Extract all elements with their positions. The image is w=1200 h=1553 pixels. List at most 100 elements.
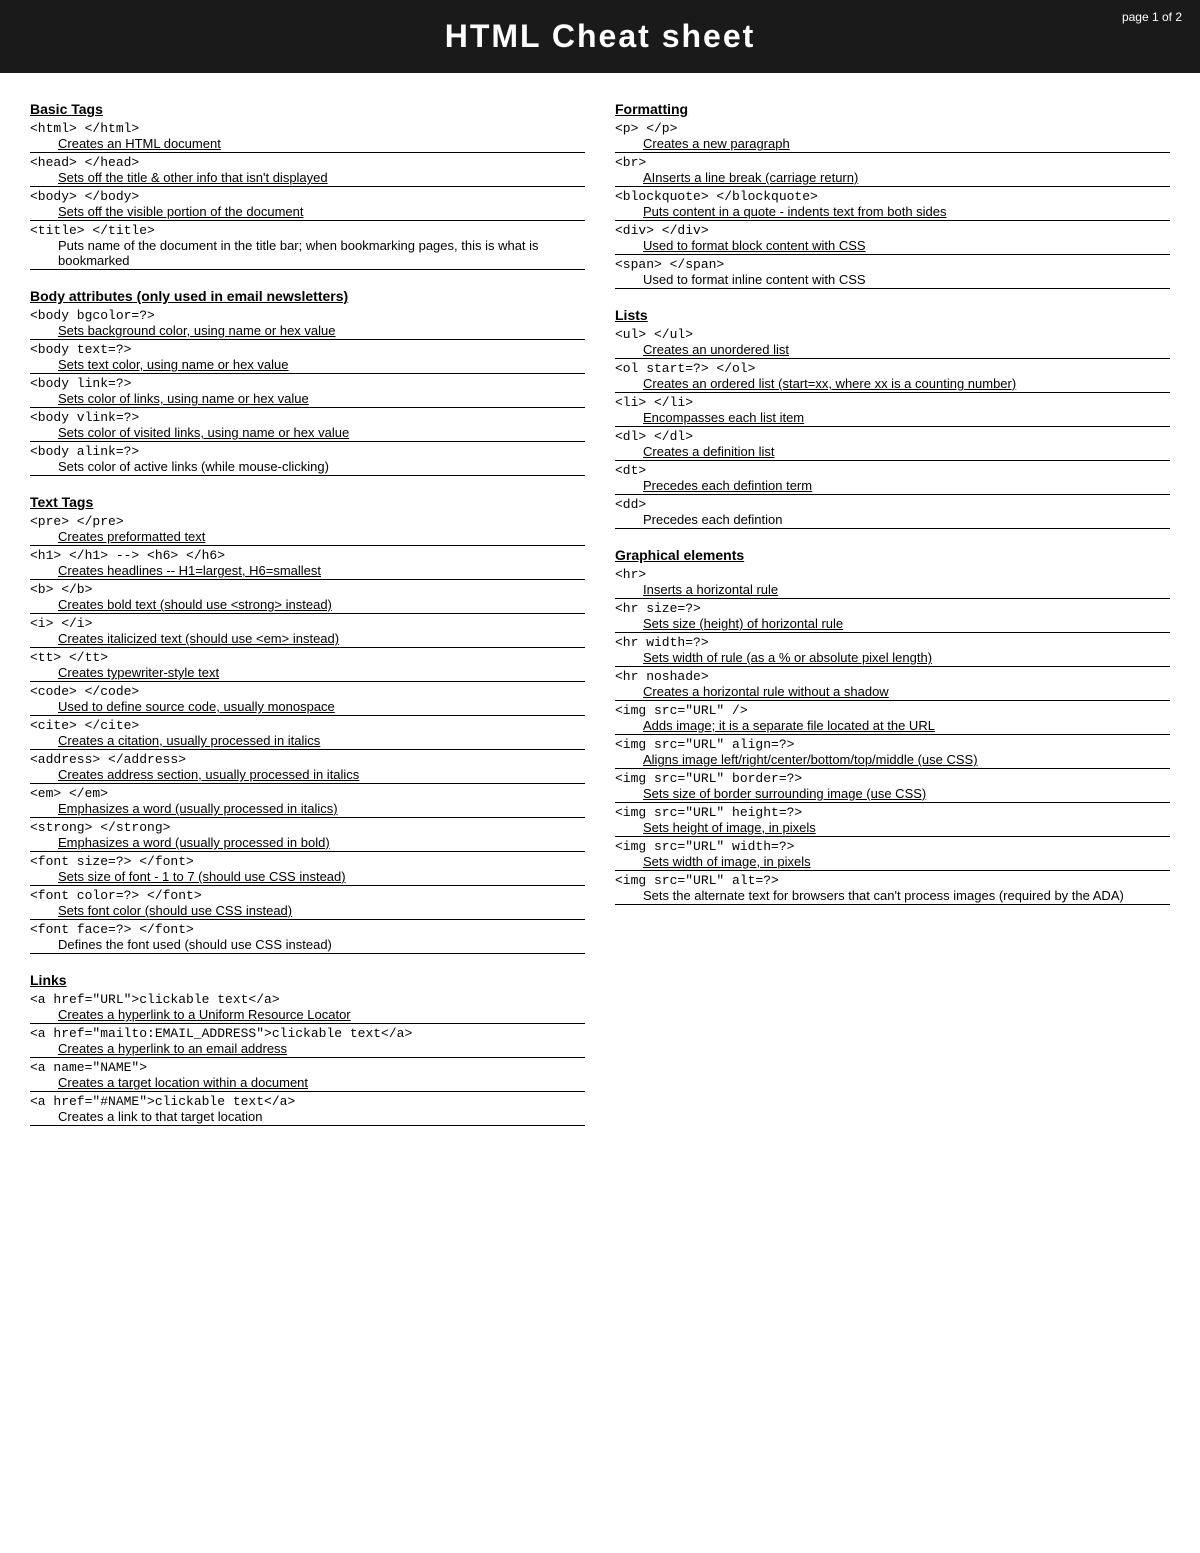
tag-block: <dl> </dl>Creates a definition list (615, 429, 1170, 461)
section-basic-tags: Basic Tags<html> </html>Creates an HTML … (30, 101, 585, 270)
tag-line: <li> </li> (615, 395, 1170, 410)
divider (30, 441, 585, 442)
desc-line: Creates an HTML document (30, 136, 585, 151)
desc-line: Creates bold text (should use <strong> i… (30, 597, 585, 612)
content-area: Basic Tags<html> </html>Creates an HTML … (0, 73, 1200, 1154)
divider (30, 186, 585, 187)
desc-line: Creates a hyperlink to a Uniform Resourc… (30, 1007, 585, 1022)
divider (615, 700, 1170, 701)
desc-line: Precedes each defintion term (615, 478, 1170, 493)
desc-line: Sets off the visible portion of the docu… (30, 204, 585, 219)
tag-block: <body alink=?>Sets color of active links… (30, 444, 585, 476)
tag-block: <span> </span>Used to format inline cont… (615, 257, 1170, 289)
tag-block: <body vlink=?>Sets color of visited link… (30, 410, 585, 442)
tag-block: <a href="mailto:EMAIL_ADDRESS">clickable… (30, 1026, 585, 1058)
tag-block: <body> </body>Sets off the visible porti… (30, 189, 585, 221)
tag-block: <html> </html>Creates an HTML document (30, 121, 585, 153)
tag-block: <title> </title>Puts name of the documen… (30, 223, 585, 270)
divider (30, 783, 585, 784)
tag-line: <body> </body> (30, 189, 585, 204)
right-column: Formatting <p> </p>Creates a new paragrap… (615, 91, 1170, 1144)
tag-block: <font size=?> </font>Sets size of font -… (30, 854, 585, 886)
tag-line: <hr width=?> (615, 635, 1170, 650)
tag-line: <img src="URL" alt=?> (615, 873, 1170, 888)
divider (615, 632, 1170, 633)
divider (30, 475, 585, 476)
divider (615, 802, 1170, 803)
tag-block: <p> </p>Creates a new paragraph (615, 121, 1170, 153)
divider (615, 734, 1170, 735)
tag-line: <a href="#NAME">clickable text</a> (30, 1094, 585, 1109)
desc-line: Puts content in a quote - indents text f… (615, 204, 1170, 219)
desc-line: Creates typewriter-style text (30, 665, 585, 680)
divider (615, 666, 1170, 667)
divider (30, 1023, 585, 1024)
divider (30, 953, 585, 954)
tag-block: <dt>Precedes each defintion term (615, 463, 1170, 495)
tag-block: <img src="URL" alt=?>Sets the alternate … (615, 873, 1170, 905)
page-title: HTML Cheat sheet (10, 18, 1190, 55)
tag-block: <font color=?> </font>Sets font color (s… (30, 888, 585, 920)
section-title-links: Links (30, 972, 585, 988)
divider (615, 870, 1170, 871)
tag-line: <img src="URL" height=?> (615, 805, 1170, 820)
tag-block: <a href="URL">clickable text</a>Creates … (30, 992, 585, 1024)
divider (615, 598, 1170, 599)
tag-line: <tt> </tt> (30, 650, 585, 665)
tag-line: <body text=?> (30, 342, 585, 357)
divider (30, 545, 585, 546)
tag-line: <hr> (615, 567, 1170, 582)
tag-line: <img src="URL" /> (615, 703, 1170, 718)
divider (615, 358, 1170, 359)
tag-block: <li> </li>Encompasses each list item (615, 395, 1170, 427)
desc-line: Sets color of visited links, using name … (30, 425, 585, 440)
desc-line: Defines the font used (should use CSS in… (30, 937, 585, 952)
desc-line: Used to format block content with CSS (615, 238, 1170, 253)
tag-line: <br> (615, 155, 1170, 170)
tag-block: <em> </em>Emphasizes a word (usually pro… (30, 786, 585, 818)
tag-line: <a href="mailto:EMAIL_ADDRESS">clickable… (30, 1026, 585, 1041)
divider (30, 817, 585, 818)
tag-line: <font color=?> </font> (30, 888, 585, 903)
tag-line: <div> </div> (615, 223, 1170, 238)
desc-line: Sets color of active links (while mouse-… (30, 459, 585, 474)
desc-line: Creates a citation, usually processed in… (30, 733, 585, 748)
divider (615, 528, 1170, 529)
desc-line: Emphasizes a word (usually processed in … (30, 801, 585, 816)
desc-line: Sets size (height) of horizontal rule (615, 616, 1170, 631)
page: HTML Cheat sheet page 1 of 2 Basic Tags<… (0, 0, 1200, 1553)
tag-line: <body link=?> (30, 376, 585, 391)
divider (615, 768, 1170, 769)
tag-block: <hr>Inserts a horizontal rule (615, 567, 1170, 599)
desc-line: Creates a target location within a docum… (30, 1075, 585, 1090)
tag-block: <tt> </tt>Creates typewriter-style text (30, 650, 585, 682)
tag-block: <blockquote> </blockquote>Puts content i… (615, 189, 1170, 221)
desc-line: Creates a hyperlink to an email address (30, 1041, 585, 1056)
desc-line: AInserts a line break (carriage return) (615, 170, 1170, 185)
tag-line: <font size=?> </font> (30, 854, 585, 869)
divider (615, 392, 1170, 393)
tag-line: <dt> (615, 463, 1170, 478)
tag-line: <a href="URL">clickable text</a> (30, 992, 585, 1007)
section-title-formatting: Formatting (615, 101, 1170, 117)
tag-line: <body alink=?> (30, 444, 585, 459)
tag-line: <b> </b> (30, 582, 585, 597)
tag-block: <ol start=?> </ol>Creates an ordered lis… (615, 361, 1170, 393)
divider (30, 851, 585, 852)
desc-line: Creates headlines -- H1=largest, H6=smal… (30, 563, 585, 578)
tag-line: <hr size=?> (615, 601, 1170, 616)
divider (30, 579, 585, 580)
desc-line: Puts name of the document in the title b… (30, 238, 585, 268)
tag-block: <hr width=?>Sets width of rule (as a % o… (615, 635, 1170, 667)
section-title-body-attributes: Body attributes (only used in email news… (30, 288, 585, 304)
desc-line: Encompasses each list item (615, 410, 1170, 425)
section-formatting: Formatting <p> </p>Creates a new paragrap… (615, 101, 1170, 289)
tag-line: <img src="URL" border=?> (615, 771, 1170, 786)
divider (30, 339, 585, 340)
tag-line: <pre> </pre> (30, 514, 585, 529)
desc-line: Used to define source code, usually mono… (30, 699, 585, 714)
desc-line: Creates a horizontal rule without a shad… (615, 684, 1170, 699)
divider (30, 647, 585, 648)
desc-line: Sets width of image, in pixels (615, 854, 1170, 869)
tag-line: <span> </span> (615, 257, 1170, 272)
